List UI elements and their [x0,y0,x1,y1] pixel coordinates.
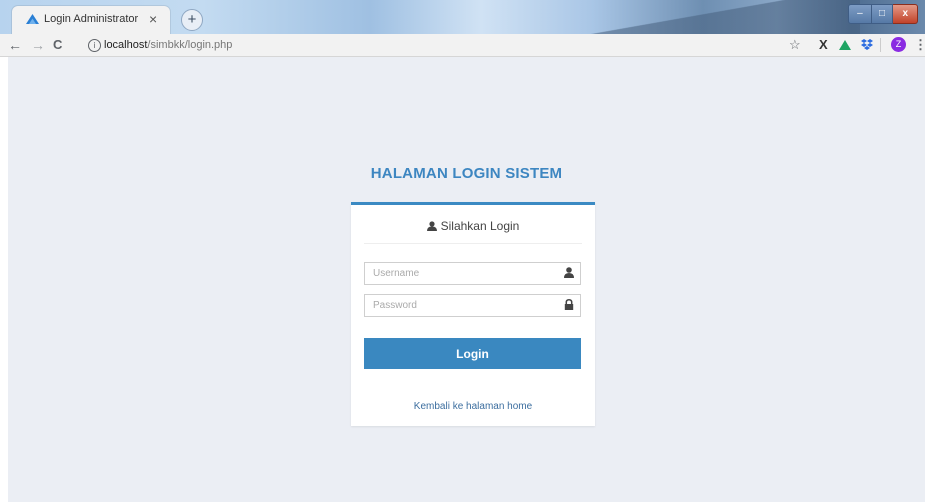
bookmark-star-icon[interactable]: ☆ [789,37,801,53]
username-input[interactable] [365,263,558,284]
browser-titlebar: Login Administrator × + – □ x [0,0,925,34]
reload-icon[interactable]: C [53,36,62,54]
password-field [364,294,581,317]
header-divider [364,243,582,244]
browser-tab[interactable]: Login Administrator × [12,6,170,34]
login-card-title: Silahkan Login [440,219,520,233]
lock-icon [564,299,574,310]
new-tab-button[interactable]: + [181,9,203,31]
minimize-button[interactable]: – [848,4,872,24]
address-bar[interactable]: i localhost/simbkk/login.php [84,36,784,54]
profile-avatar[interactable]: Z [891,37,906,52]
back-to-home-link[interactable]: Kembali ke halaman home [351,401,595,412]
username-field [364,262,581,285]
window-controls: – □ x [848,4,919,24]
forward-arrow-icon[interactable]: → [31,36,45,54]
dropbox-icon[interactable] [861,39,873,50]
x-extension-icon[interactable]: X [819,37,828,53]
login-card-header: Silahkan Login [351,219,595,233]
tab-close-icon[interactable]: × [149,10,157,28]
browser-menu-icon[interactable]: ⋮ [914,37,925,53]
address-url: localhost/simbkk/login.php [104,36,232,54]
toolbar-divider [880,38,881,52]
login-card: Silahkan Login Login Kembali ke halaman … [351,202,595,426]
user-icon [426,221,437,231]
close-window-button[interactable]: x [893,4,919,24]
address-host: localhost [104,39,148,51]
address-path: /simbkk/login.php [147,39,233,51]
google-drive-icon[interactable] [839,40,851,50]
page-title: HALAMAN LOGIN SISTEM [370,165,563,182]
browser-toolbar: ← → C i localhost/simbkk/login.php ☆ X Z… [0,34,925,57]
site-info-icon[interactable]: i [88,39,101,52]
maximize-button[interactable]: □ [871,4,894,24]
page-body: HALAMAN LOGIN SISTEM Silahkan Login Logi… [8,57,925,502]
user-icon [564,267,574,278]
back-arrow-icon[interactable]: ← [8,36,22,54]
tab-title: Login Administrator [44,13,139,25]
site-favicon-icon [26,14,39,24]
login-button[interactable]: Login [364,338,581,369]
password-input[interactable] [365,295,558,316]
window-background [560,0,860,34]
